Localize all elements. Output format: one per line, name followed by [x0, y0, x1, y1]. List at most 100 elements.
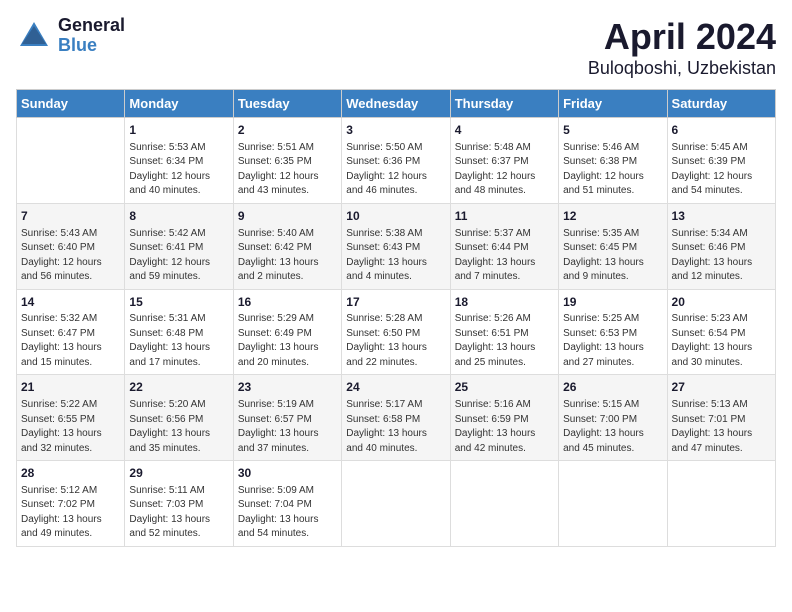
day-number: 28 — [21, 465, 120, 482]
calendar-cell: 9 Sunrise: 5:40 AM Sunset: 6:42 PM Daylig… — [233, 203, 341, 289]
calendar-cell: 18Sunrise: 5:26 AM Sunset: 6:51 PM Dayli… — [450, 289, 558, 375]
calendar-cell: 23 Sunrise: 5:19 AM Sunset: 6:57 PM Dayli… — [233, 375, 341, 461]
calendar-week-row: 14Sunrise: 5:32 AM Sunset: 6:47 PM Dayli… — [17, 289, 776, 375]
day-info: Sunrise: 5:09 AM Sunset: 7:04 PM Dayligh… — [238, 484, 337, 542]
calendar-cell: 25Sunrise: 5:16 AM Sunset: 6:59 PM Dayli… — [450, 375, 558, 461]
day-number: 2 — [238, 122, 337, 139]
calendar-cell: 30 Sunrise: 5:09 AM Sunset: 7:04 PM Dayli… — [233, 461, 341, 547]
day-header-wednesday: Wednesday — [342, 90, 450, 118]
calendar-header-row: SundayMondayTuesdayWednesdayThursdayFrid… — [17, 90, 776, 118]
day-number: 29 — [129, 465, 228, 482]
page-header: General Blue April 2024 Buloqboshi, Uzbe… — [16, 16, 776, 79]
day-number: 15 — [129, 294, 228, 311]
day-info: Sunrise: 5:28 AM Sunset: 6:50 PM Dayligh… — [346, 312, 445, 370]
day-info: Sunrise: 5:34 AM Sunset: 6:46 PM Dayligh… — [672, 227, 771, 285]
day-number: 6 — [672, 122, 771, 139]
day-number: 23 — [238, 379, 337, 396]
day-number: 4 — [455, 122, 554, 139]
calendar-cell: 26 Sunrise: 5:15 AM Sunset: 7:00 PM Dayli… — [559, 375, 667, 461]
calendar-table: SundayMondayTuesdayWednesdayThursdayFrid… — [16, 89, 776, 547]
calendar-cell: 1 Sunrise: 5:53 AM Sunset: 6:34 PM Daylig… — [125, 118, 233, 204]
calendar-cell: 4 Sunrise: 5:48 AM Sunset: 6:37 PM Daylig… — [450, 118, 558, 204]
day-number: 17 — [346, 294, 445, 311]
day-number: 22 — [129, 379, 228, 396]
day-info: Sunrise: 5:50 AM Sunset: 6:36 PM Dayligh… — [346, 141, 445, 199]
day-number: 21 — [21, 379, 120, 396]
calendar-week-row: 1 Sunrise: 5:53 AM Sunset: 6:34 PM Daylig… — [17, 118, 776, 204]
day-info: Sunrise: 5:16 AM Sunset: 6:59 PM Dayligh… — [455, 398, 554, 456]
day-number: 12 — [563, 208, 662, 225]
logo-blue-text: Blue — [58, 36, 125, 56]
day-number: 19 — [563, 294, 662, 311]
calendar-cell: 16Sunrise: 5:29 AM Sunset: 6:49 PM Dayli… — [233, 289, 341, 375]
logo-general-text: General — [58, 16, 125, 36]
calendar-cell — [17, 118, 125, 204]
title-section: April 2024 Buloqboshi, Uzbekistan — [588, 16, 776, 79]
calendar-cell: 29Sunrise: 5:11 AM Sunset: 7:03 PM Dayli… — [125, 461, 233, 547]
logo-icon — [16, 18, 52, 54]
day-header-sunday: Sunday — [17, 90, 125, 118]
day-info: Sunrise: 5:40 AM Sunset: 6:42 PM Dayligh… — [238, 227, 337, 285]
calendar-subtitle: Buloqboshi, Uzbekistan — [588, 58, 776, 79]
day-number: 16 — [238, 294, 337, 311]
day-info: Sunrise: 5:38 AM Sunset: 6:43 PM Dayligh… — [346, 227, 445, 285]
calendar-cell — [342, 461, 450, 547]
logo: General Blue — [16, 16, 125, 56]
calendar-cell: 11Sunrise: 5:37 AM Sunset: 6:44 PM Dayli… — [450, 203, 558, 289]
calendar-cell: 17Sunrise: 5:28 AM Sunset: 6:50 PM Dayli… — [342, 289, 450, 375]
day-info: Sunrise: 5:22 AM Sunset: 6:55 PM Dayligh… — [21, 398, 120, 456]
day-info: Sunrise: 5:20 AM Sunset: 6:56 PM Dayligh… — [129, 398, 228, 456]
calendar-cell: 3 Sunrise: 5:50 AM Sunset: 6:36 PM Daylig… — [342, 118, 450, 204]
day-info: Sunrise: 5:19 AM Sunset: 6:57 PM Dayligh… — [238, 398, 337, 456]
calendar-cell: 8Sunrise: 5:42 AM Sunset: 6:41 PM Daylig… — [125, 203, 233, 289]
day-info: Sunrise: 5:31 AM Sunset: 6:48 PM Dayligh… — [129, 312, 228, 370]
day-header-tuesday: Tuesday — [233, 90, 341, 118]
calendar-cell: 24 Sunrise: 5:17 AM Sunset: 6:58 PM Dayli… — [342, 375, 450, 461]
calendar-cell: 5 Sunrise: 5:46 AM Sunset: 6:38 PM Daylig… — [559, 118, 667, 204]
calendar-cell: 28 Sunrise: 5:12 AM Sunset: 7:02 PM Dayli… — [17, 461, 125, 547]
day-number: 18 — [455, 294, 554, 311]
day-info: Sunrise: 5:32 AM Sunset: 6:47 PM Dayligh… — [21, 312, 120, 370]
calendar-cell — [667, 461, 775, 547]
day-number: 5 — [563, 122, 662, 139]
day-number: 3 — [346, 122, 445, 139]
calendar-title: April 2024 — [588, 16, 776, 58]
calendar-cell: 20Sunrise: 5:23 AM Sunset: 6:54 PM Dayli… — [667, 289, 775, 375]
calendar-cell: 7Sunrise: 5:43 AM Sunset: 6:40 PM Daylig… — [17, 203, 125, 289]
calendar-week-row: 28 Sunrise: 5:12 AM Sunset: 7:02 PM Dayli… — [17, 461, 776, 547]
day-header-saturday: Saturday — [667, 90, 775, 118]
day-info: Sunrise: 5:42 AM Sunset: 6:41 PM Dayligh… — [129, 227, 228, 285]
day-info: Sunrise: 5:15 AM Sunset: 7:00 PM Dayligh… — [563, 398, 662, 456]
day-info: Sunrise: 5:45 AM Sunset: 6:39 PM Dayligh… — [672, 141, 771, 199]
calendar-cell — [450, 461, 558, 547]
day-info: Sunrise: 5:53 AM Sunset: 6:34 PM Dayligh… — [129, 141, 228, 199]
day-number: 26 — [563, 379, 662, 396]
day-info: Sunrise: 5:25 AM Sunset: 6:53 PM Dayligh… — [563, 312, 662, 370]
calendar-cell: 14Sunrise: 5:32 AM Sunset: 6:47 PM Dayli… — [17, 289, 125, 375]
day-number: 27 — [672, 379, 771, 396]
day-info: Sunrise: 5:35 AM Sunset: 6:45 PM Dayligh… — [563, 227, 662, 285]
day-number: 24 — [346, 379, 445, 396]
day-number: 30 — [238, 465, 337, 482]
day-info: Sunrise: 5:51 AM Sunset: 6:35 PM Dayligh… — [238, 141, 337, 199]
calendar-cell: 2 Sunrise: 5:51 AM Sunset: 6:35 PM Daylig… — [233, 118, 341, 204]
day-header-thursday: Thursday — [450, 90, 558, 118]
day-number: 9 — [238, 208, 337, 225]
day-header-monday: Monday — [125, 90, 233, 118]
day-number: 14 — [21, 294, 120, 311]
day-info: Sunrise: 5:12 AM Sunset: 7:02 PM Dayligh… — [21, 484, 120, 542]
calendar-cell: 21 Sunrise: 5:22 AM Sunset: 6:55 PM Dayli… — [17, 375, 125, 461]
day-info: Sunrise: 5:13 AM Sunset: 7:01 PM Dayligh… — [672, 398, 771, 456]
day-info: Sunrise: 5:46 AM Sunset: 6:38 PM Dayligh… — [563, 141, 662, 199]
day-number: 1 — [129, 122, 228, 139]
day-info: Sunrise: 5:17 AM Sunset: 6:58 PM Dayligh… — [346, 398, 445, 456]
calendar-cell: 6 Sunrise: 5:45 AM Sunset: 6:39 PM Daylig… — [667, 118, 775, 204]
calendar-cell: 10Sunrise: 5:38 AM Sunset: 6:43 PM Dayli… — [342, 203, 450, 289]
day-info: Sunrise: 5:48 AM Sunset: 6:37 PM Dayligh… — [455, 141, 554, 199]
calendar-cell: 19Sunrise: 5:25 AM Sunset: 6:53 PM Dayli… — [559, 289, 667, 375]
day-info: Sunrise: 5:37 AM Sunset: 6:44 PM Dayligh… — [455, 227, 554, 285]
calendar-cell: 27 Sunrise: 5:13 AM Sunset: 7:01 PM Dayli… — [667, 375, 775, 461]
day-number: 20 — [672, 294, 771, 311]
day-info: Sunrise: 5:23 AM Sunset: 6:54 PM Dayligh… — [672, 312, 771, 370]
calendar-cell: 13Sunrise: 5:34 AM Sunset: 6:46 PM Dayli… — [667, 203, 775, 289]
